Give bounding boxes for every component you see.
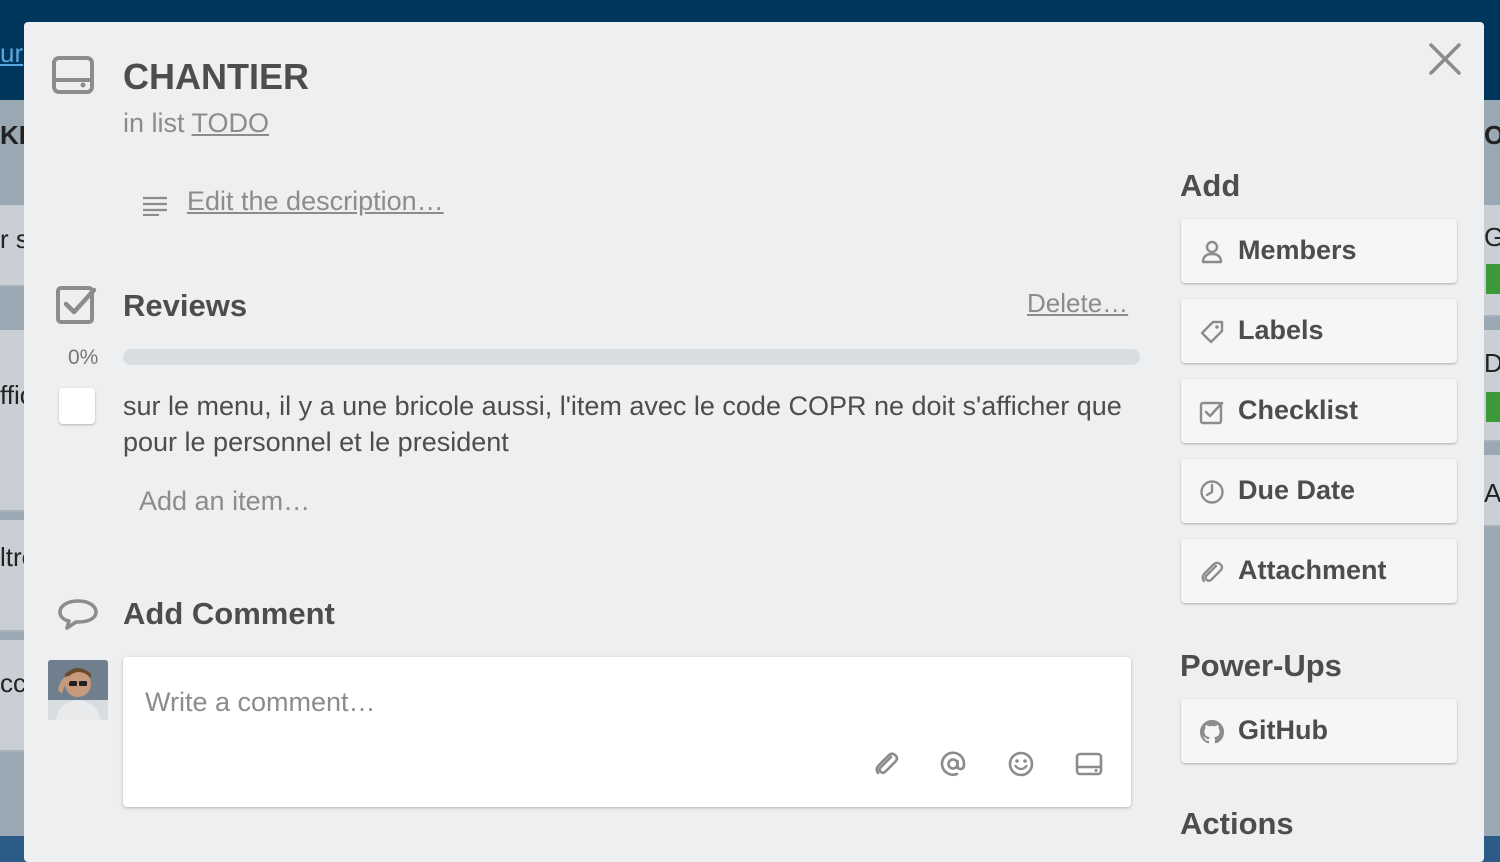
card-icon — [52, 56, 94, 94]
clock-icon — [1200, 480, 1224, 504]
close-icon[interactable] — [1428, 42, 1462, 76]
members-label: Members — [1238, 235, 1357, 265]
members-button[interactable]: Members — [1181, 219, 1457, 283]
checklist-item-checkbox[interactable] — [59, 388, 95, 424]
labels-button[interactable]: Labels — [1181, 299, 1457, 363]
add-comment-title: Add Comment — [123, 596, 335, 631]
checklist-title[interactable]: Reviews — [123, 288, 247, 324]
background-badge — [1486, 264, 1500, 294]
add-checklist-item[interactable]: Add an item… — [139, 486, 310, 517]
checklist-icon — [56, 286, 97, 324]
person-icon — [1201, 240, 1223, 264]
description-icon — [143, 196, 167, 216]
list-name-link[interactable]: TODO — [192, 108, 270, 138]
actions-heading: Actions — [1180, 806, 1294, 841]
card-icon[interactable] — [1074, 749, 1104, 779]
edit-description-link[interactable]: Edit the description… — [187, 186, 444, 217]
list-location-prefix: in list — [123, 108, 185, 138]
background-text: ur — [0, 38, 24, 68]
checklist-progress-bar — [123, 349, 1140, 365]
background-text: D — [1484, 348, 1500, 378]
due-date-label: Due Date — [1238, 475, 1356, 505]
checklist-percent: 0% — [68, 346, 99, 369]
avatar-image — [48, 660, 108, 720]
due-date-button[interactable]: Due Date — [1181, 459, 1457, 523]
comment-input[interactable] — [123, 657, 1131, 747]
checklist-icon — [1199, 401, 1224, 425]
github-icon — [1199, 719, 1225, 744]
checklist-label: Checklist — [1238, 395, 1359, 425]
comment-composer — [123, 657, 1131, 807]
checklist-item-text[interactable]: sur le menu, il y a une bricole aussi, l… — [123, 388, 1133, 460]
attachment-label: Attachment — [1238, 555, 1387, 585]
card-title[interactable]: CHANTIER — [123, 56, 309, 98]
background-badge — [1486, 392, 1500, 422]
background-text: OC — [1484, 120, 1500, 150]
card-detail-modal: CHANTIER in list TODO Edit the descripti… — [24, 22, 1484, 862]
attachment-icon[interactable] — [871, 749, 901, 779]
power-ups-heading: Power-Ups — [1180, 648, 1342, 683]
background-text: cc — [0, 668, 26, 698]
emoji-icon[interactable] — [1006, 749, 1036, 779]
tag-icon — [1200, 320, 1224, 344]
github-button[interactable]: GitHub — [1181, 699, 1457, 763]
add-heading: Add — [1180, 168, 1241, 203]
comment-icon — [58, 599, 98, 630]
paperclip-icon — [1201, 561, 1224, 583]
delete-checklist-link[interactable]: Delete… — [1027, 288, 1128, 319]
background-text: Ad — [1484, 478, 1500, 508]
avatar[interactable] — [48, 660, 108, 720]
checklist-button[interactable]: Checklist — [1181, 379, 1457, 443]
list-location: in list TODO — [123, 108, 269, 139]
labels-label: Labels — [1238, 315, 1324, 345]
attachment-button[interactable]: Attachment — [1181, 539, 1457, 603]
mention-icon[interactable] — [938, 749, 968, 779]
background-text: G — [1484, 222, 1500, 252]
github-label: GitHub — [1238, 715, 1328, 745]
